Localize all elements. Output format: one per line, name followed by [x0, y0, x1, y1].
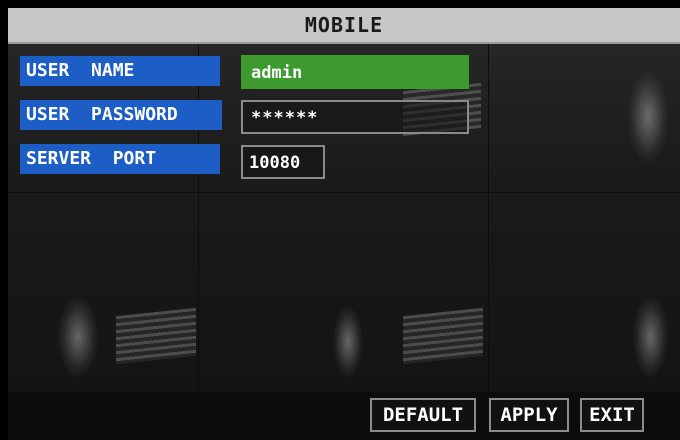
title-bar: MOBILE [8, 8, 680, 44]
light-reflection [628, 72, 668, 162]
dvr-screen: MOBILE USER NAME USER PASSWORD SERVER PO… [0, 0, 680, 440]
light-reflection [58, 297, 98, 377]
user-password-label: USER PASSWORD [20, 100, 222, 130]
page-title: MOBILE [304, 13, 384, 37]
server-port-field[interactable]: 10080 [241, 145, 325, 179]
apply-button[interactable]: APPLY [489, 398, 569, 432]
camera-tile [8, 192, 199, 393]
user-name-field[interactable]: admin [241, 55, 469, 89]
camera-feed-background [8, 42, 680, 393]
default-button[interactable]: DEFAULT [370, 398, 476, 432]
user-password-field[interactable]: ****** [241, 100, 469, 134]
shelf-object [116, 307, 196, 365]
server-port-label: SERVER PORT [20, 144, 220, 174]
shelf-object [403, 307, 483, 365]
exit-button[interactable]: EXIT [580, 398, 644, 432]
light-reflection [633, 297, 668, 377]
user-name-label: USER NAME [20, 56, 220, 86]
light-reflection [333, 307, 363, 377]
